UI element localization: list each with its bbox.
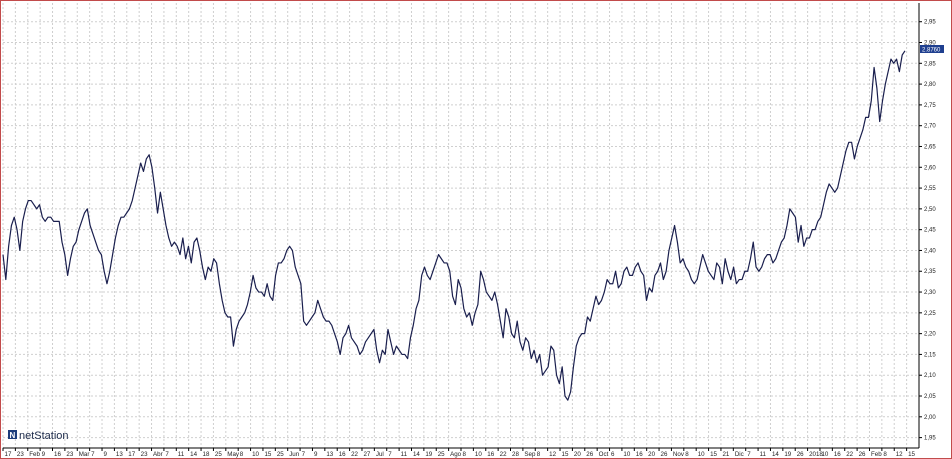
x-tick-label: 27 [363, 451, 370, 458]
x-tick-label: 12 [549, 451, 556, 458]
y-tick-label: 1,95 [924, 436, 936, 442]
y-tick-label: 2,25 [924, 311, 936, 317]
x-tick-label: 10 [698, 451, 705, 458]
x-tick-label: Dic [735, 451, 744, 458]
x-tick-label: 8 [240, 451, 244, 458]
x-tick-label: 26 [586, 451, 593, 458]
x-tick-label: 11 [178, 451, 185, 458]
x-tick-label: 9 [314, 451, 318, 458]
x-tick-label: 23 [141, 451, 148, 458]
x-tick-label: 17 [5, 451, 12, 458]
x-tick-label: 10 [821, 451, 828, 458]
x-tick-label: 19 [784, 451, 791, 458]
y-tick-label: 2,45 [924, 228, 936, 234]
x-tick-label: 22 [846, 451, 853, 458]
x-tick-label: Oct [599, 451, 609, 458]
y-tick-label: 2,95 [924, 20, 936, 26]
y-tick-label: 2,70 [924, 124, 936, 130]
y-tick-label: 2,55 [924, 186, 936, 192]
x-tick-label: 7 [91, 451, 95, 458]
x-tick-label: 7 [165, 451, 169, 458]
x-tick-label: 12 [896, 451, 903, 458]
x-tick-label: 13 [326, 451, 333, 458]
x-tick-label: 26 [661, 451, 668, 458]
x-tick-label: 26 [797, 451, 804, 458]
x-tick-label: 21 [722, 451, 729, 458]
x-tick-label: 16 [834, 451, 841, 458]
x-tick-label: 15 [562, 451, 569, 458]
x-tick-label: 28 [512, 451, 519, 458]
x-tick-label: 17 [128, 451, 135, 458]
x-tick-label: 25 [277, 451, 284, 458]
y-tick-label: 2,20 [924, 332, 936, 338]
y-tick-label: 2,80 [924, 82, 936, 88]
x-tick-label: May [227, 451, 240, 458]
y-tick-label: 2,50 [924, 207, 936, 213]
x-tick-label: 22 [351, 451, 358, 458]
x-tick-label: 15 [710, 451, 717, 458]
x-tick-label: 11 [401, 451, 408, 458]
x-tick-label: 11 [760, 451, 767, 458]
x-tick-label: 20 [648, 451, 655, 458]
x-tick-label: 19 [425, 451, 432, 458]
x-tick-label: 7 [388, 451, 392, 458]
y-tick-label: 2,10 [924, 373, 936, 379]
y-tick-label: 2,65 [924, 144, 936, 150]
x-tick-label: Feb [871, 451, 882, 458]
x-tick-label: 8 [883, 451, 887, 458]
brand-name: netStation [19, 430, 69, 442]
x-tick-label: 23 [17, 451, 24, 458]
last-value-text: 2.8760 [922, 48, 941, 54]
x-tick-label: 26 [859, 451, 866, 458]
x-tick-label: Sep [524, 451, 536, 458]
x-tick-label: 10 [252, 451, 259, 458]
x-tick-label: 18 [203, 451, 210, 458]
x-tick-label: 22 [500, 451, 507, 458]
x-tick-label: 10 [623, 451, 630, 458]
x-tick-label: 15 [264, 451, 271, 458]
y-tick-label: 2,85 [924, 61, 936, 67]
x-tick-label: 25 [438, 451, 445, 458]
x-tick-label: 7 [302, 451, 306, 458]
x-tick-label: 16 [54, 451, 61, 458]
y-tick-label: 2,30 [924, 290, 936, 296]
y-tick-label: 2,60 [924, 165, 936, 171]
x-tick-label: Jul [376, 451, 384, 458]
y-tick-label: 2,40 [924, 248, 936, 254]
x-tick-label: Jun [289, 451, 300, 458]
x-tick-label: 23 [66, 451, 73, 458]
x-tick-label: 16 [339, 451, 346, 458]
x-tick-label: Abr [153, 451, 163, 458]
y-tick-label: 2,05 [924, 394, 936, 400]
x-tick-label: 14 [772, 451, 779, 458]
y-tick-label: 2,35 [924, 269, 936, 275]
x-tick-label: 7 [747, 451, 751, 458]
x-tick-label: Nov [673, 451, 685, 458]
x-tick-label: 20 [574, 451, 581, 458]
x-tick-label: Mar [79, 451, 90, 458]
x-tick-label: 14 [190, 451, 197, 458]
last-value-badge: 2.8760 [920, 45, 944, 54]
x-tick-label: 14 [413, 451, 420, 458]
x-tick-label: 25 [215, 451, 222, 458]
x-tick-label: Feb [29, 451, 40, 458]
x-tick-label: 8 [685, 451, 689, 458]
x-tick-label: 16 [636, 451, 643, 458]
x-tick-label: 13 [116, 451, 123, 458]
x-tick-label: 8 [537, 451, 541, 458]
brand-logo-letter: N [10, 431, 16, 440]
chart-frame: 1,95 2,00 2,05 2,10 2,15 2,20 2,25 2,30 2,35 2,40… [0, 0, 952, 459]
x-tick-label: 8 [463, 451, 467, 458]
y-tick-label: 2,75 [924, 103, 936, 109]
y-tick-label: 2,15 [924, 352, 936, 358]
x-tick-label: 15 [908, 451, 915, 458]
x-tick-label: Ago [450, 451, 462, 458]
x-tick-label: 6 [611, 451, 615, 458]
x-tick-label: 9 [42, 451, 46, 458]
x-tick-label: 16 [487, 451, 494, 458]
y-tick-label: 2,00 [924, 415, 936, 421]
x-tick-label: 10 [475, 451, 482, 458]
x-tick-label: 9 [104, 451, 108, 458]
